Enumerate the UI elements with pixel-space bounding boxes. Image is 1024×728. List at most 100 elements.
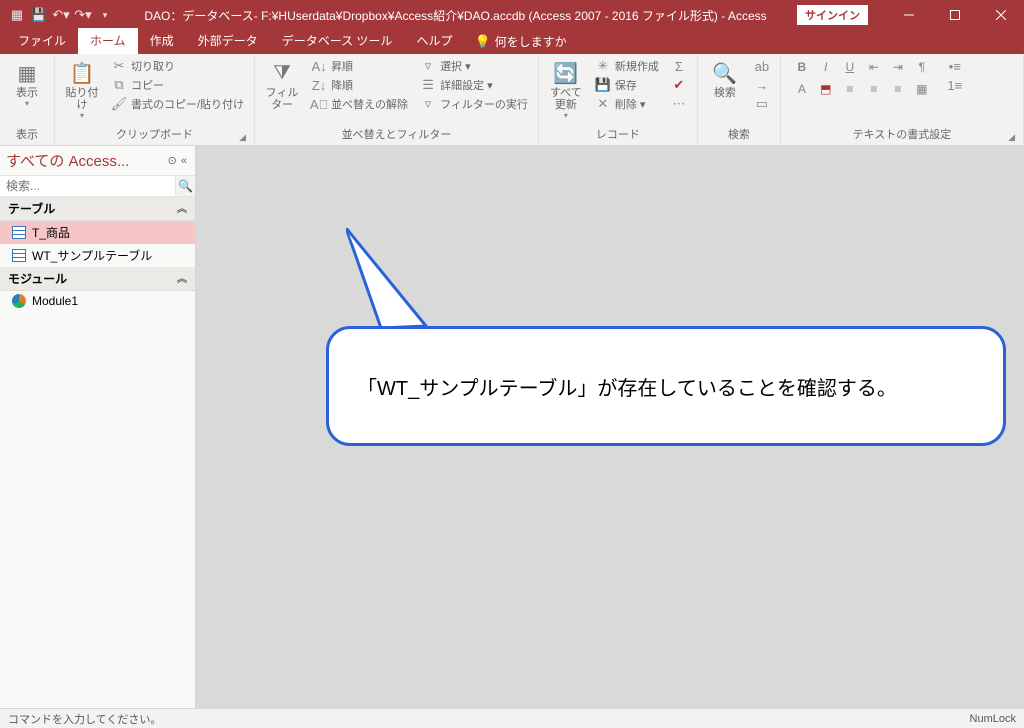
copy-icon: ⧉ <box>111 77 127 93</box>
signin-button[interactable]: サインイン <box>797 5 868 25</box>
nav-dropdown-icon[interactable]: ⊙ <box>166 154 179 167</box>
gridlines-button[interactable]: ▦ <box>911 79 933 99</box>
delete-icon: ✕ <box>595 96 611 112</box>
clipboard-icon: 📋 <box>68 59 96 87</box>
maximize-button[interactable] <box>932 0 978 30</box>
filter-advanced-button[interactable]: ☰詳細設定 ▾ <box>416 76 532 94</box>
statusbar: コマンドを入力してください。 NumLock <box>0 708 1024 728</box>
save-record-button[interactable]: 💾保存 <box>591 76 663 94</box>
group-label-textformat: テキストの書式設定◢ <box>787 124 1017 145</box>
nav-header[interactable]: すべての Access... ⊙ « <box>0 146 195 176</box>
bold-button[interactable]: B <box>791 57 813 77</box>
tell-label: 何をしますか <box>495 33 567 50</box>
filter-select-button[interactable]: ▿選択 ▾ <box>416 57 532 75</box>
app-icon: ▦ <box>8 6 26 24</box>
save-icon[interactable]: 💾 <box>30 6 48 24</box>
refresh-icon: 🔄 <box>552 59 580 87</box>
view-button[interactable]: ▦ 表示 ▾ <box>6 57 48 108</box>
align-left-button[interactable]: ≡ <box>839 79 861 99</box>
underline-button[interactable]: U <box>839 57 861 77</box>
tab-file[interactable]: ファイル <box>6 28 78 54</box>
rtl-button[interactable]: ¶ <box>911 57 933 77</box>
paste-button[interactable]: 📋 貼り付け ▾ <box>61 57 103 120</box>
font-color-button[interactable]: A <box>791 79 813 99</box>
sigma-icon: Σ <box>671 58 687 74</box>
refresh-all-button[interactable]: 🔄 すべて更新 ▾ <box>545 57 587 120</box>
goto-button[interactable]: → <box>750 76 774 94</box>
close-button[interactable] <box>978 0 1024 30</box>
tab-external[interactable]: 外部データ <box>186 28 270 54</box>
nav-item-module1[interactable]: Module1 <box>0 291 195 311</box>
minimize-button[interactable] <box>886 0 932 30</box>
numbering-button[interactable]: 1≡ <box>943 76 967 94</box>
search-icon: 🔍 <box>711 59 739 87</box>
cut-button[interactable]: ✂切り取り <box>107 57 248 75</box>
run-filter-button[interactable]: ▿フィルターの実行 <box>416 95 532 113</box>
sort-desc-button[interactable]: Z↓降順 <box>307 76 412 94</box>
nav-group-tables[interactable]: テーブル ︽ <box>0 197 195 221</box>
more-icon: ⋯ <box>671 96 687 112</box>
cursor-icon: ▭ <box>754 96 770 112</box>
navigation-pane: すべての Access... ⊙ « 🔍 テーブル ︽ T_商品 WT_サンプル… <box>0 146 196 708</box>
fill-color-button[interactable]: ⬒ <box>815 79 837 99</box>
select-icon: ▿ <box>420 58 436 74</box>
nav-search-button[interactable]: 🔍 <box>175 176 195 196</box>
nav-item-wt-sample[interactable]: WT_サンプルテーブル <box>0 244 195 267</box>
tab-home[interactable]: ホーム <box>78 28 138 54</box>
nav-item-t-shohin[interactable]: T_商品 <box>0 221 195 244</box>
nav-group-modules[interactable]: モジュール ︽ <box>0 267 195 291</box>
dialog-launcher-icon[interactable]: ◢ <box>239 132 246 143</box>
redo-icon[interactable]: ↷▾ <box>74 6 92 24</box>
status-numlock: NumLock <box>970 713 1016 725</box>
replace-icon: ab <box>754 58 770 74</box>
bulb-icon: 💡 <box>474 34 490 50</box>
titlebar: ▦ 💾 ↶▾ ↷▾ ▾ DAO：データベース- F:¥HUserdata¥Dro… <box>0 0 1024 30</box>
status-left: コマンドを入力してください。 <box>8 711 161 727</box>
find-button[interactable]: 🔍 検索 <box>704 57 746 99</box>
numbering-icon: 1≡ <box>947 77 963 93</box>
ribbon: ▦ 表示 ▾ 表示 📋 貼り付け ▾ ✂切り取り ⧉コピー 🖌書式のコピー/貼り… <box>0 54 1024 146</box>
tell-me[interactable]: 💡 何をしますか <box>464 29 576 54</box>
module-icon <box>12 294 26 308</box>
tab-help[interactable]: ヘルプ <box>404 28 464 54</box>
clear-sort-button[interactable]: A⃠並べ替えの解除 <box>307 95 412 113</box>
filter-button[interactable]: ⧩ フィルター <box>261 57 303 111</box>
indent-inc-button[interactable]: ⇥ <box>887 57 909 77</box>
dialog-launcher-icon[interactable]: ◢ <box>1008 132 1015 143</box>
select-button[interactable]: ▭ <box>750 95 774 113</box>
group-label-sortfilter: 並べ替えとフィルター <box>261 124 532 145</box>
save-icon-small: 💾 <box>595 77 611 93</box>
align-center-button[interactable]: ≡ <box>863 79 885 99</box>
format-painter-button[interactable]: 🖌書式のコピー/貼り付け <box>107 95 248 113</box>
clear-sort-icon: A⃠ <box>311 96 327 112</box>
indent-dec-button[interactable]: ⇤ <box>863 57 885 77</box>
italic-button[interactable]: I <box>815 57 837 77</box>
copy-button[interactable]: ⧉コピー <box>107 76 248 94</box>
tab-create[interactable]: 作成 <box>138 28 186 54</box>
workspace: すべての Access... ⊙ « 🔍 テーブル ︽ T_商品 WT_サンプル… <box>0 146 1024 708</box>
group-label-view: 表示 <box>6 124 48 145</box>
align-right-button[interactable]: ≡ <box>887 79 909 99</box>
bullets-button[interactable]: •≡ <box>943 57 967 75</box>
callout-text: 「WT_サンプルテーブル」が存在していることを確認する。 <box>357 372 897 401</box>
spell-button[interactable]: ✔ <box>667 76 691 94</box>
group-label-records: レコード <box>545 124 691 145</box>
nav-collapse-icon[interactable]: « <box>179 155 189 167</box>
new-icon: ✳ <box>595 58 611 74</box>
replace-button[interactable]: ab <box>750 57 774 75</box>
undo-icon[interactable]: ↶▾ <box>52 6 70 24</box>
qat-more-icon[interactable]: ▾ <box>96 6 114 24</box>
tab-dbtools[interactable]: データベース ツール <box>270 28 405 54</box>
totals-button[interactable]: Σ <box>667 57 691 75</box>
canvas: 「WT_サンプルテーブル」が存在していることを確認する。 <box>196 146 1024 708</box>
nav-search-input[interactable] <box>0 176 175 196</box>
sort-asc-icon: A↓ <box>311 58 327 74</box>
sort-desc-icon: Z↓ <box>311 77 327 93</box>
more-records-button[interactable]: ⋯ <box>667 95 691 113</box>
advanced-icon: ☰ <box>420 77 436 93</box>
group-label-clipboard: クリップボード◢ <box>61 124 248 145</box>
delete-record-button[interactable]: ✕削除 ▾ <box>591 95 663 113</box>
sort-asc-button[interactable]: A↓昇順 <box>307 57 412 75</box>
new-record-button[interactable]: ✳新規作成 <box>591 57 663 75</box>
scissors-icon: ✂ <box>111 58 127 74</box>
